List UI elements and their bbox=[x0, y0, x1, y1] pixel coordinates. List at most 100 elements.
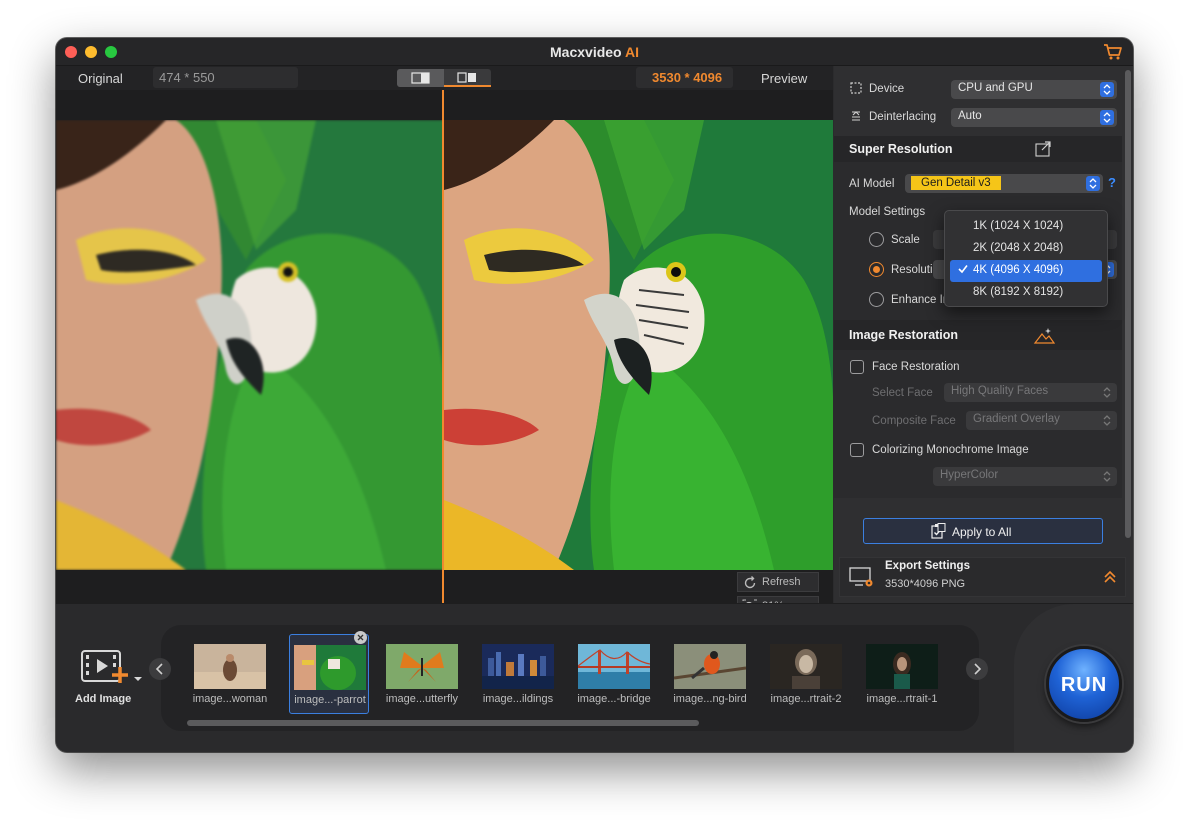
option-label: 1K (1024 X 1024) bbox=[973, 220, 1064, 232]
device-section: Device CPU and GPU Deinterlacing Auto bbox=[834, 66, 1122, 136]
deinterlacing-select[interactable]: Auto bbox=[951, 108, 1117, 127]
preview-header: Original 474 * 550 3530 * 4096 Preview bbox=[56, 66, 833, 90]
app-title-main: Macxvideo bbox=[550, 44, 622, 60]
cart-icon[interactable] bbox=[1103, 43, 1123, 61]
thumbnail-bridge-picture bbox=[578, 644, 650, 689]
ai-model-label: AI Model bbox=[849, 178, 895, 190]
refresh-icon bbox=[744, 576, 756, 589]
thumbnail-name: image...woman bbox=[192, 693, 268, 705]
deinterlacing-label: Deinterlacing bbox=[869, 111, 937, 123]
thumbnail-item[interactable]: image...-bridge bbox=[574, 634, 654, 714]
split-view-icon bbox=[411, 72, 430, 84]
thumbnail-item[interactable]: image...ildings bbox=[478, 634, 558, 714]
model-settings-label: Model Settings bbox=[849, 206, 926, 218]
export-settings-bar[interactable]: Export Settings 3530*4096 PNG bbox=[839, 557, 1126, 597]
super-resolution-header: Super Resolution bbox=[834, 136, 1122, 162]
resolution-option-8k[interactable]: 8K (8192 X 8192) bbox=[950, 282, 1102, 304]
deinterlacing-value: Auto bbox=[958, 110, 982, 122]
preview-label: Preview bbox=[761, 71, 808, 86]
option-label: 4K (4096 X 4096) bbox=[973, 264, 1064, 276]
option-label: 8K (8192 X 8192) bbox=[973, 286, 1064, 298]
add-video-icon bbox=[81, 650, 142, 683]
split-view-button[interactable] bbox=[397, 69, 444, 87]
compare-split-handle[interactable] bbox=[442, 90, 444, 603]
colorizing-select[interactable]: HyperColor bbox=[933, 467, 1117, 486]
run-button[interactable]: RUN bbox=[1046, 646, 1122, 722]
thumbnail-item[interactable]: image...woman bbox=[190, 634, 270, 714]
add-image-label: Add Image bbox=[75, 693, 132, 705]
close-icon bbox=[357, 634, 364, 641]
refresh-label: Refresh bbox=[762, 576, 801, 588]
select-arrows-icon bbox=[1100, 82, 1114, 97]
enhance-label: Enhance In bbox=[891, 294, 950, 306]
scale-radio[interactable] bbox=[869, 232, 884, 247]
option-label: 2K (2048 X 2048) bbox=[973, 242, 1064, 254]
scroll-right-button[interactable] bbox=[966, 658, 988, 680]
thumbnail-name: image...ng-bird bbox=[673, 693, 747, 705]
export-settings-summary: 3530*4096 PNG bbox=[885, 578, 966, 590]
run-label: RUN bbox=[1060, 674, 1108, 696]
face-restoration-label: Face Restoration bbox=[872, 361, 960, 373]
apply-to-all-button[interactable]: Apply to All bbox=[863, 518, 1103, 544]
double-chevron-up-icon[interactable] bbox=[1103, 570, 1117, 584]
settings-panel: Device CPU and GPU Deinterlacing Auto Su… bbox=[834, 66, 1133, 603]
colorizing-checkbox[interactable] bbox=[850, 443, 864, 457]
thumbnail-scrollbar[interactable] bbox=[187, 720, 699, 726]
composite-face-select[interactable]: Gradient Overlay bbox=[966, 411, 1117, 430]
resolution-option-1k[interactable]: 1K (1024 X 1024) bbox=[950, 216, 1102, 238]
scroll-left-button[interactable] bbox=[149, 658, 171, 680]
thumbnail-portrait-1-picture bbox=[866, 644, 938, 689]
device-select[interactable]: CPU and GPU bbox=[951, 80, 1117, 99]
enhance-radio[interactable] bbox=[869, 292, 884, 307]
select-face-select[interactable]: High Quality Faces bbox=[944, 383, 1117, 402]
device-value: CPU and GPU bbox=[958, 82, 1033, 94]
select-arrows-icon bbox=[1100, 469, 1114, 484]
thumbnail-item[interactable]: image...rtrait-1 bbox=[862, 634, 942, 714]
thumbnail-name: image...rtrait-1 bbox=[866, 693, 938, 705]
thumbnail-strip bbox=[161, 625, 979, 731]
image-list-area: Add Image image...woman image...-parrot … bbox=[56, 603, 1133, 752]
chevron-left-icon bbox=[155, 663, 163, 675]
select-face-label: Select Face bbox=[872, 387, 933, 399]
app-title-accent: AI bbox=[624, 44, 639, 60]
resolution-option-2k[interactable]: 2K (2048 X 2048) bbox=[950, 238, 1102, 260]
chevron-right-icon bbox=[974, 663, 982, 675]
colorizing-value: HyperColor bbox=[940, 469, 999, 481]
resolution-option-4k[interactable]: 4K (4096 X 4096) bbox=[950, 260, 1102, 282]
super-resolution-title: Super Resolution bbox=[849, 142, 953, 156]
select-arrows-icon bbox=[1100, 385, 1114, 400]
thumbnail-butterfly-picture bbox=[386, 644, 458, 689]
ai-model-select[interactable]: Gen Detail v3 bbox=[905, 174, 1103, 193]
preview-area: Original 474 * 550 3530 * 4096 Preview R… bbox=[56, 66, 833, 616]
settings-scrollbar[interactable] bbox=[1125, 70, 1131, 538]
expand-icon[interactable] bbox=[1035, 141, 1052, 157]
thumbnail-item[interactable]: image...utterfly bbox=[382, 634, 462, 714]
thumbnail-item-selected[interactable]: image...-parrot bbox=[289, 631, 369, 714]
original-dimensions: 474 * 550 bbox=[153, 67, 298, 88]
resolution-dropdown-menu: 1K (1024 X 1024) 2K (2048 X 2048) 4K (40… bbox=[944, 210, 1108, 307]
image-restoration-title: Image Restoration bbox=[849, 328, 959, 342]
thumbnail-name: image...ildings bbox=[482, 693, 554, 705]
woman-parrot-enhanced-picture bbox=[444, 120, 833, 570]
side-by-side-view-button[interactable] bbox=[444, 69, 491, 87]
composite-face-label: Composite Face bbox=[872, 415, 956, 427]
thumbnail-name: image...-parrot bbox=[294, 694, 366, 706]
refresh-button[interactable]: Refresh bbox=[737, 572, 819, 592]
thumbnail-item[interactable]: image...rtrait-2 bbox=[766, 634, 846, 714]
ai-model-help-icon[interactable]: ? bbox=[1108, 175, 1116, 190]
chip-icon bbox=[850, 82, 862, 94]
thumbnail-item[interactable]: image...ng-bird bbox=[670, 634, 750, 714]
thumbnail-bird-picture bbox=[674, 644, 746, 689]
remove-thumbnail-button[interactable] bbox=[354, 631, 367, 644]
face-restoration-checkbox[interactable] bbox=[850, 360, 864, 374]
view-mode-toggle bbox=[397, 69, 491, 87]
clipboard-check-icon bbox=[931, 523, 946, 539]
select-arrows-icon bbox=[1086, 176, 1100, 191]
resolution-radio[interactable] bbox=[869, 262, 884, 277]
image-restoration-header: Image Restoration bbox=[834, 320, 1122, 350]
select-arrows-icon bbox=[1100, 413, 1114, 428]
composite-face-value: Gradient Overlay bbox=[973, 413, 1060, 425]
select-face-value: High Quality Faces bbox=[951, 385, 1049, 397]
thumbnail-name: image...utterfly bbox=[385, 693, 459, 705]
app-title: Macxvideo AI bbox=[56, 44, 1133, 60]
